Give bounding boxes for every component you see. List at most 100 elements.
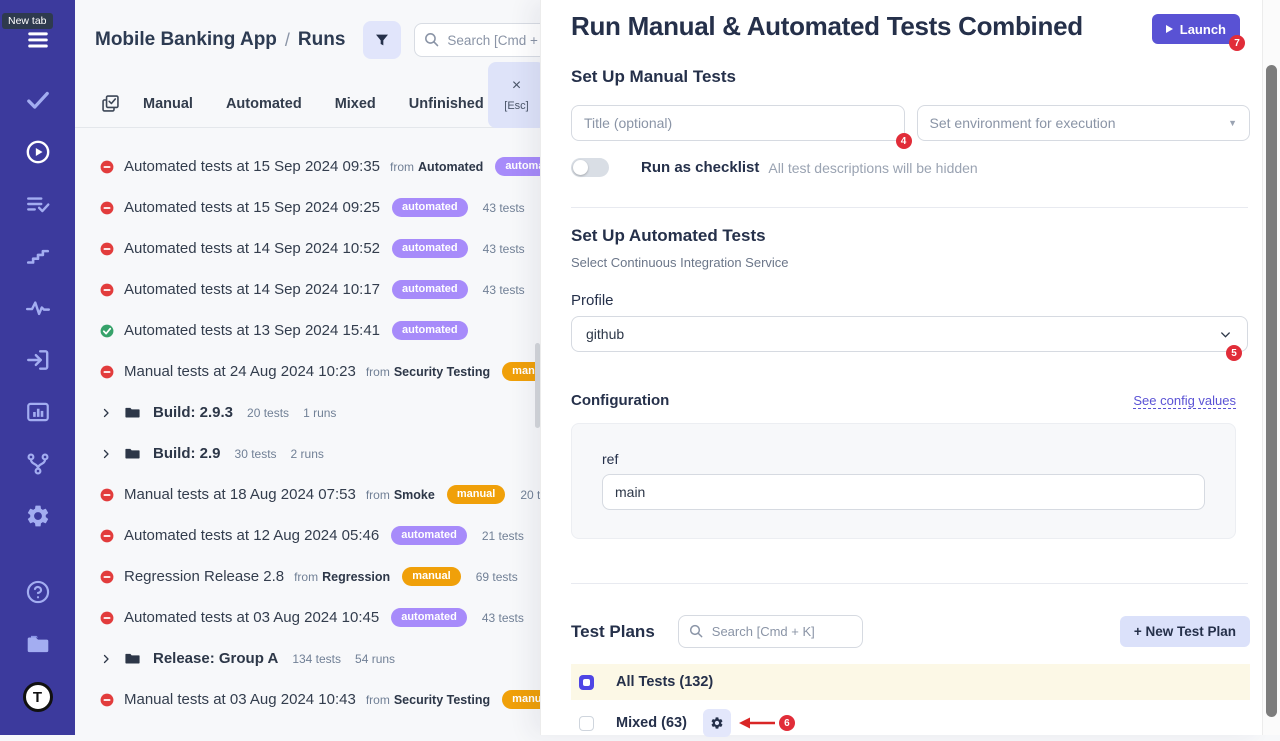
folder-tests-count: 20 tests: [247, 406, 289, 420]
chevron-right-icon[interactable]: [100, 407, 112, 419]
test-plans-icon[interactable]: [24, 190, 52, 218]
run-tests-count: 69 tests: [476, 570, 518, 584]
filter-button[interactable]: [363, 21, 401, 59]
run-row[interactable]: Automated tests at 14 Sep 2024 10:17auto…: [75, 269, 540, 310]
run-type-badge: automated: [392, 198, 468, 217]
run-row[interactable]: Regression Release 2.8fromRegressionmanu…: [75, 556, 540, 597]
tab-manual[interactable]: Manual: [143, 96, 193, 112]
settings-gear-icon[interactable]: [24, 502, 52, 530]
test-plans-heading: Test Plans: [571, 622, 655, 642]
plan-checkbox-unchecked[interactable]: [579, 716, 594, 731]
manual-section-heading: Set Up Manual Tests: [571, 67, 1250, 87]
checked-box-icon[interactable]: [100, 93, 121, 114]
folder-tests-count: 134 tests: [292, 652, 341, 666]
plan-settings-button[interactable]: [703, 709, 731, 737]
run-row[interactable]: Automated tests at 13 Sep 2024 15:41 auto…: [75, 310, 540, 351]
test-plans-search-input[interactable]: [678, 615, 863, 648]
run-type-badge: automated: [392, 321, 468, 340]
import-icon[interactable]: [24, 346, 52, 374]
run-source-name: Security Testing: [394, 365, 490, 379]
test-plans-search: [678, 615, 863, 648]
status-failed-icon: [100, 201, 114, 215]
run-row[interactable]: Automated tests at 12 Aug 2024 05:46auto…: [75, 515, 540, 556]
status-failed-icon: [100, 242, 114, 256]
profile-field: github 5: [571, 316, 1248, 352]
run-row[interactable]: Automated tests at 14 Sep 2024 10:52auto…: [75, 228, 540, 269]
test-plan-row[interactable]: All Tests (132): [571, 664, 1250, 700]
launch-panel: Run Manual & Automated Tests Combined La…: [540, 0, 1262, 735]
run-type-badge: manual: [402, 567, 461, 586]
ref-input[interactable]: [602, 474, 1205, 510]
help-icon[interactable]: [24, 578, 52, 606]
menu-icon[interactable]: [24, 26, 52, 54]
run-source-name: Automated: [418, 160, 483, 174]
close-panel-button[interactable]: × [Esc]: [488, 62, 540, 128]
window-scrollbar-thumb[interactable]: [1266, 65, 1277, 717]
checklist-hint: All test descriptions will be hidden: [768, 160, 977, 176]
new-test-plan-button[interactable]: + New Test Plan: [1120, 616, 1250, 647]
runs-list: Automated tests at 15 Sep 2024 09:35from…: [75, 128, 540, 720]
search-icon: [423, 31, 440, 48]
test-plan-row[interactable]: Mixed (63) 6: [571, 705, 1250, 741]
profile-select[interactable]: github: [571, 316, 1248, 352]
close-icon: ×: [512, 78, 521, 94]
run-title: Automated tests at 13 Sep 2024 15:41: [124, 322, 380, 339]
profile-label: Profile: [571, 292, 1250, 309]
run-tests-count: 43 tests: [482, 611, 524, 625]
run-row[interactable]: Manual tests at 24 Aug 2024 10:23fromSec…: [75, 351, 540, 392]
status-failed-icon: [100, 488, 114, 502]
branches-icon[interactable]: [24, 450, 52, 478]
panel-title: Run Manual & Automated Tests Combined: [571, 11, 1152, 42]
breadcrumb-page: Runs: [298, 29, 346, 51]
runs-pane: Mobile Banking App / Runs ManualAutomate…: [75, 0, 540, 735]
see-config-values-link[interactable]: See config values: [1133, 393, 1236, 409]
run-tests-count: 43 tests: [483, 201, 525, 215]
testomat-logo[interactable]: T: [21, 680, 55, 714]
esc-hint: [Esc]: [504, 100, 528, 112]
status-failed-icon: [100, 529, 114, 543]
configuration-box: ref: [571, 423, 1236, 539]
testomat-logo-letter: T: [23, 682, 53, 712]
folder-icon: [124, 404, 141, 421]
environment-select[interactable]: Set environment for execution ▼: [917, 105, 1251, 141]
folder-icon: [124, 445, 141, 462]
run-row[interactable]: Automated tests at 03 Aug 2024 10:45auto…: [75, 597, 540, 638]
folder-tests-count: 30 tests: [235, 447, 277, 461]
tab-unfinished[interactable]: Unfinished: [409, 96, 484, 112]
run-from-prefix: from: [294, 570, 318, 584]
breadcrumb-project[interactable]: Mobile Banking App: [95, 29, 277, 51]
analytics-pulse-icon[interactable]: [24, 294, 52, 322]
chevron-down-icon: [1218, 327, 1233, 342]
launch-button[interactable]: Launch 7: [1152, 14, 1240, 44]
window-scrollbar[interactable]: [1262, 0, 1280, 735]
run-as-checklist-toggle[interactable]: [571, 158, 609, 177]
folder-row[interactable]: Build: 2.9.320 tests1 runs: [75, 392, 540, 433]
tests-check-icon[interactable]: [24, 86, 52, 114]
plan-checkbox-checked[interactable]: [579, 675, 594, 690]
search-icon: [688, 623, 704, 639]
folder-row[interactable]: Release: Group A134 tests54 runs: [75, 638, 540, 679]
folder-row[interactable]: Build: 2.930 tests2 runs: [75, 433, 540, 474]
run-title-input[interactable]: [571, 105, 905, 141]
projects-folder-icon[interactable]: [24, 630, 52, 658]
folder-runs-count: 2 runs: [291, 447, 324, 461]
folder-title: Release: Group A: [153, 650, 278, 667]
run-row[interactable]: Automated tests at 15 Sep 2024 09:25auto…: [75, 187, 540, 228]
run-type-badge: manual: [447, 485, 506, 504]
chevron-right-icon[interactable]: [100, 448, 112, 460]
plan-label: Mixed (63): [616, 715, 687, 731]
runs-play-icon[interactable]: [24, 138, 52, 166]
status-failed-icon: [100, 693, 114, 707]
reports-chart-icon[interactable]: [24, 398, 52, 426]
chevron-right-icon[interactable]: [100, 653, 112, 665]
annotation-badge-6-wrap: 6: [779, 715, 795, 731]
run-row[interactable]: Automated tests at 15 Sep 2024 09:35from…: [75, 146, 540, 187]
tab-mixed[interactable]: Mixed: [335, 96, 376, 112]
run-source-name: Security Testing: [394, 693, 490, 707]
run-row[interactable]: Manual tests at 03 Aug 2024 10:43fromSec…: [75, 679, 540, 720]
steps-icon[interactable]: [24, 242, 52, 270]
run-row[interactable]: Manual tests at 18 Aug 2024 07:53fromSmo…: [75, 474, 540, 515]
run-type-badge: automated: [392, 239, 468, 258]
run-tests-count: 43 tests: [483, 283, 525, 297]
tab-automated[interactable]: Automated: [226, 96, 302, 112]
